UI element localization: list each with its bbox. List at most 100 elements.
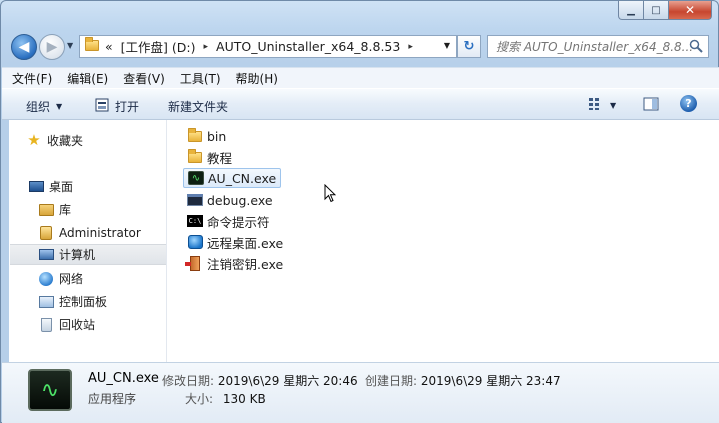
- file-item-tutorial[interactable]: 教程: [183, 147, 236, 167]
- breadcrumb-current-folder[interactable]: AUTO_Uninstaller_x64_8.8.53: [216, 39, 400, 54]
- preview-pane-button[interactable]: [643, 97, 659, 114]
- breadcrumb-drive[interactable]: [工作盘] (D:): [121, 37, 196, 56]
- details-created-label: 创建日期:: [365, 374, 418, 388]
- chevron-down-icon[interactable]: ▼: [610, 101, 616, 110]
- file-item-remote-desktop[interactable]: 远程桌面.exe: [183, 232, 287, 252]
- nav-favorites-label: 收藏夹: [47, 134, 84, 148]
- file-item-cmd[interactable]: C:\ 命令提示符: [183, 211, 274, 231]
- star-icon: ★: [27, 131, 41, 149]
- nav-computer[interactable]: 计算机: [10, 244, 166, 265]
- back-arrow-icon: ◀: [18, 39, 30, 55]
- refresh-icon: ↻: [463, 39, 475, 54]
- forward-button[interactable]: ▶: [39, 34, 65, 60]
- help-icon: ?: [680, 95, 697, 112]
- details-file-type: 应用程序: [88, 392, 137, 406]
- maximize-button[interactable]: □: [644, 1, 669, 20]
- file-list: bin 教程 ∿ AU_CN.exe debug.exe C:\ 命令提示符 远…: [167, 120, 709, 362]
- nav-control-panel[interactable]: 控制面板: [37, 291, 165, 312]
- nav-user[interactable]: Administrator: [37, 222, 165, 243]
- recycle-bin-icon: [37, 317, 55, 333]
- nav-recycle-bin-label: 回收站: [59, 318, 96, 332]
- details-size: 大小: 130 KB: [185, 390, 266, 407]
- menu-tools[interactable]: 工具(T): [180, 70, 221, 87]
- explorer-window: ▁ □ ✕ ◀ ▶ ▼ « [工作盘] (D:) ▸ AUTO_Uninstal…: [0, 0, 719, 423]
- nav-libraries-label: 库: [59, 203, 72, 217]
- new-folder-button[interactable]: 新建文件夹: [168, 98, 228, 115]
- folder-icon: [186, 127, 204, 144]
- nav-desktop[interactable]: 桌面: [27, 176, 165, 197]
- computer-icon: [37, 247, 55, 263]
- file-name: debug.exe: [207, 192, 273, 208]
- file-item-au-cn[interactable]: ∿ AU_CN.exe: [183, 168, 282, 188]
- caption-buttons: ▁ □ ✕: [618, 1, 712, 20]
- nav-recycle-bin[interactable]: 回收站: [37, 314, 165, 335]
- content-edge: [709, 120, 719, 362]
- view-grid-icon: [588, 97, 604, 114]
- details-modified-label: 修改日期:: [162, 374, 215, 388]
- forward-arrow-icon: ▶: [46, 39, 58, 55]
- open-icon: [95, 98, 109, 115]
- organize-button[interactable]: 组织 ▼: [26, 98, 62, 115]
- nav-control-panel-label: 控制面板: [59, 295, 108, 309]
- menu-edit[interactable]: 编辑(E): [67, 70, 108, 87]
- search-icon[interactable]: [689, 39, 703, 56]
- details-size-label: 大小:: [185, 392, 214, 406]
- nav-network-label: 网络: [59, 272, 84, 286]
- preview-pane-icon: [643, 97, 659, 114]
- open-label: 打开: [115, 100, 140, 114]
- back-button[interactable]: ◀: [11, 34, 37, 60]
- mouse-cursor-icon: [324, 183, 337, 206]
- control-panel-icon: [37, 294, 55, 310]
- recent-locations-dropdown[interactable]: ▼: [67, 41, 73, 50]
- nav-favorites[interactable]: ★ 收藏夹: [25, 130, 165, 151]
- activity-monitor-icon: ∿: [187, 170, 205, 186]
- menu-file[interactable]: 文件(F): [12, 70, 52, 87]
- address-bar[interactable]: « [工作盘] (D:) ▸ AUTO_Uninstaller_x64_8.8.…: [79, 35, 457, 58]
- breadcrumb-separator-icon[interactable]: ▸: [203, 42, 208, 52]
- desktop-icon: [27, 179, 45, 195]
- refresh-button[interactable]: ↻: [457, 35, 481, 58]
- details-pane: ∿ AU_CN.exe 应用程序 修改日期: 2019\6\29 星期六 20:…: [2, 362, 719, 423]
- folder-icon: [85, 37, 99, 54]
- nav-user-label: Administrator: [59, 225, 141, 240]
- file-name: bin: [207, 128, 227, 144]
- nav-desktop-label: 桌面: [49, 180, 74, 194]
- details-modified-value: 2019\6\29 星期六 20:46: [217, 374, 358, 388]
- change-view-button[interactable]: ▼: [588, 97, 616, 114]
- menu-help[interactable]: 帮助(H): [236, 70, 278, 87]
- activity-monitor-icon: ∿: [28, 369, 72, 411]
- details-created: 创建日期: 2019\6\29 星期六 23:47: [365, 372, 561, 389]
- open-button[interactable]: 打开: [95, 98, 139, 115]
- menu-view[interactable]: 查看(V): [123, 70, 165, 87]
- user-folder-icon: [37, 225, 55, 241]
- console-app-icon: [186, 192, 204, 208]
- details-file-name: AU_CN.exe: [88, 371, 159, 386]
- nav-network[interactable]: 网络: [37, 268, 165, 289]
- help-button[interactable]: ?: [680, 95, 697, 112]
- breadcrumb-separator-icon[interactable]: ▸: [408, 42, 413, 52]
- close-button[interactable]: ✕: [669, 1, 712, 20]
- file-item-logoff-key[interactable]: 注销密钥.exe: [183, 253, 287, 273]
- breadcrumb-overflow[interactable]: «: [105, 39, 113, 54]
- command-prompt-icon: C:\: [187, 215, 203, 227]
- remote-desktop-icon: [186, 234, 204, 250]
- nav-computer-label: 计算机: [59, 248, 96, 262]
- file-name: 教程: [207, 150, 233, 166]
- organize-label: 组织: [26, 100, 51, 114]
- file-item-debug[interactable]: debug.exe: [183, 190, 277, 210]
- minimize-button[interactable]: ▁: [618, 1, 644, 20]
- chevron-down-icon: ▼: [56, 102, 63, 111]
- nav-libraries[interactable]: 库: [37, 199, 165, 220]
- file-name: 命令提示符: [207, 214, 270, 230]
- search-input[interactable]: [496, 39, 692, 54]
- navigation-pane: ★ 收藏夹 桌面 库 Administrator 计算机 网络 控制面板 回收站: [9, 120, 167, 362]
- address-dropdown-icon[interactable]: ▼: [444, 41, 450, 50]
- details-created-value: 2019\6\29 星期六 23:47: [420, 374, 561, 388]
- folder-icon: [186, 148, 204, 165]
- library-icon: [37, 202, 55, 218]
- logoff-door-icon: [185, 255, 204, 271]
- search-box[interactable]: [487, 35, 709, 58]
- new-folder-label: 新建文件夹: [168, 100, 229, 114]
- command-bar: 组织 ▼ 打开 新建文件夹 ▼ ?: [2, 88, 719, 120]
- file-item-bin[interactable]: bin: [183, 126, 230, 146]
